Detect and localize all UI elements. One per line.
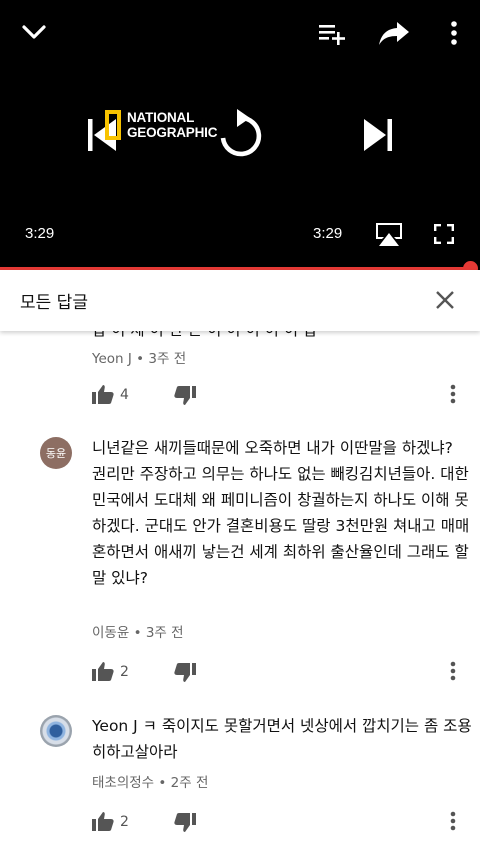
minimize-button[interactable] [18,20,50,44]
share-button[interactable] [376,18,412,48]
comment-age: 3주 전 [145,625,184,641]
logo-frame [105,110,121,140]
more-vert-icon[interactable] [450,811,456,831]
logo-line-2: GEOGRAPHIC [127,125,218,140]
fullscreen-button[interactable] [432,222,456,246]
airplay-button[interactable] [372,220,406,248]
close-icon [436,291,454,309]
next-button[interactable] [360,116,396,154]
comment-actions: 2 [92,811,472,835]
comment-meta: Yeon J • 3주 전 [92,347,186,367]
replay-icon [220,109,262,157]
share-icon [379,22,409,45]
replies-header: 모든 답글 [0,270,480,331]
like-count: 2 [120,664,129,680]
comment-author[interactable]: Yeon J [92,351,132,367]
thumbs-up-icon[interactable] [92,384,114,404]
avatar[interactable] [40,715,72,747]
like-count: 4 [120,387,129,403]
fullscreen-icon [434,224,454,244]
chevron-down-icon [22,25,46,39]
video-player[interactable]: NATIONAL GEOGRAPHIC 3:29 3:29 [0,0,480,276]
comment-actions: 4 [92,384,472,408]
total-time: 3:29 [313,225,343,242]
more-vert-icon[interactable] [450,661,456,681]
comment-actions: 2 [92,661,472,685]
like-count: 2 [120,814,129,830]
thumbs-down-icon[interactable] [174,813,196,833]
comment-age: 2주 전 [170,775,209,791]
comment-meta: 이동윤 • 3주 전 [92,621,184,641]
logo-text: NATIONAL GEOGRAPHIC [127,110,217,140]
logo-line-1: NATIONAL [127,110,195,125]
add-to-queue-icon [319,25,345,45]
panel-title: 모든 답글 [20,293,88,313]
close-button[interactable] [434,289,456,311]
meta-separator: • [158,775,167,791]
thumbs-up-icon[interactable] [92,811,114,831]
comment-author[interactable]: 태초의정수 [92,775,154,791]
avatar[interactable]: 동윤 [40,437,72,469]
thumbs-up-icon[interactable] [92,661,114,681]
thumbs-down-icon[interactable] [174,663,196,683]
thumbs-down-icon[interactable] [174,386,196,406]
comment-meta: 태초의정수 • 2주 전 [92,771,208,791]
current-time: 3:29 [25,225,55,242]
meta-separator: • [136,351,145,367]
more-vert-icon [451,21,457,45]
airplay-icon [376,223,402,246]
meta-separator: • [133,625,142,641]
add-to-queue-button[interactable] [316,20,348,48]
comment-text: Yeon J ㅋ 죽이지도 못할거면서 넷상에서 깝치기는 좀 조용히하고살아라 [92,717,472,761]
replies-list[interactable]: 답 이 제 이 한 은 이 이 이 이 이 답 Yeon J • 3주 전 4 … [0,331,480,854]
skip-next-icon [364,119,392,151]
more-options-button[interactable] [444,18,464,48]
channel-logo: NATIONAL GEOGRAPHIC [105,110,217,140]
comment-text: 니년같은 새끼들때문에 오죽하면 내가 이딴말을 하겠냐? 권리만 주장하고 의… [92,439,470,587]
comment-author[interactable]: 이동윤 [92,625,129,641]
replay-button[interactable] [214,106,266,162]
comment-age: 3주 전 [148,351,187,367]
more-vert-icon[interactable] [450,384,456,404]
comment-text-partial: 답 이 제 이 한 은 이 이 이 이 이 답 [92,331,317,343]
